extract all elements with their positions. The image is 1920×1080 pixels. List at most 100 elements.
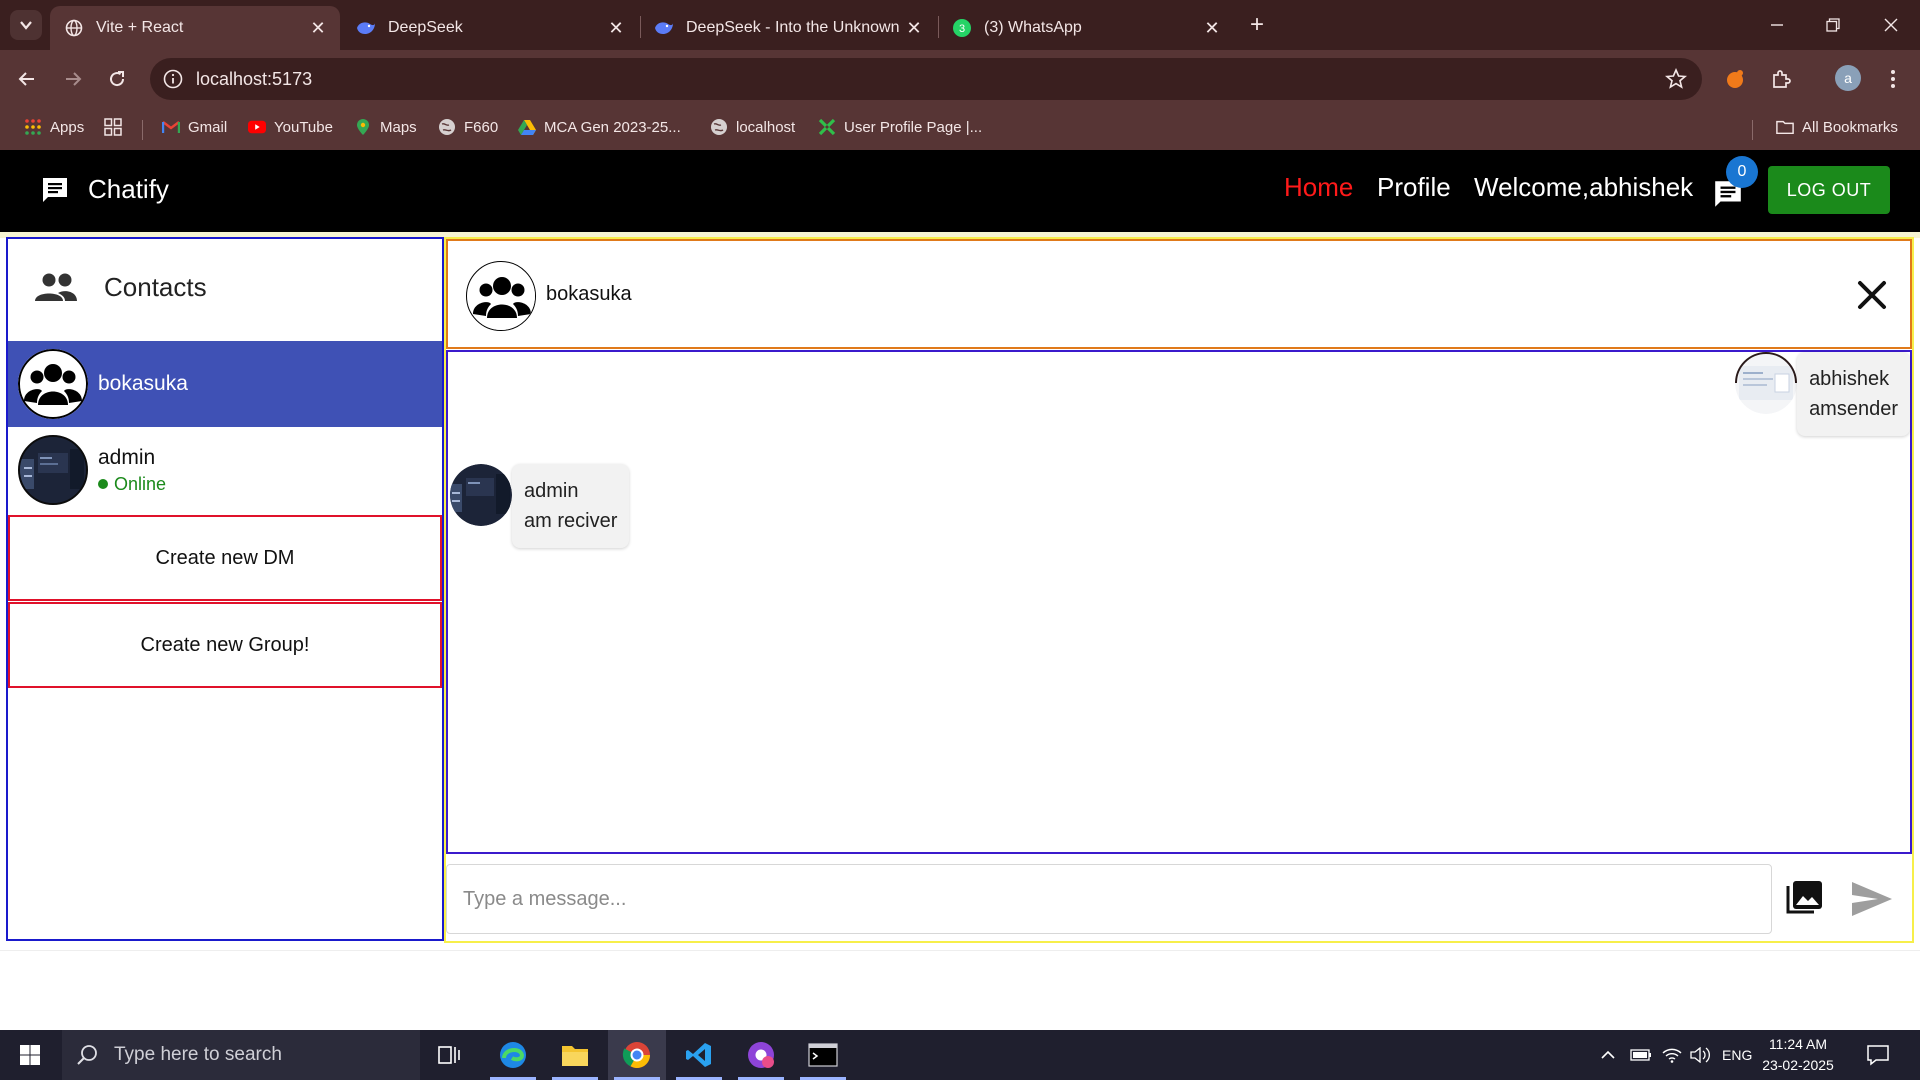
create-group-button[interactable]: Create new Group!: [8, 602, 442, 688]
bookmark-f660[interactable]: F660: [438, 118, 498, 136]
send-icon[interactable]: [1850, 880, 1894, 918]
sender-avatar: [1735, 352, 1798, 414]
bookmark-separator: [1752, 120, 1753, 140]
chat-header: bokasuka: [446, 239, 1912, 349]
tab-search-button[interactable]: [10, 10, 42, 40]
windows-start-icon[interactable]: [10, 1040, 50, 1070]
taskbar-vscode[interactable]: [670, 1030, 728, 1080]
contact-name: admin: [98, 445, 156, 469]
search-icon: [77, 1045, 97, 1065]
all-bookmarks-button[interactable]: All Bookmarks: [1776, 118, 1898, 136]
bookmark-label: User Profile Page |...: [844, 118, 983, 136]
nav-profile-link[interactable]: Profile: [1377, 172, 1451, 203]
forward-button[interactable]: [56, 62, 90, 96]
google-drive-icon: [518, 118, 536, 136]
tray-chevron[interactable]: [1600, 1030, 1616, 1080]
contact-item-bokasuka[interactable]: bokasuka: [8, 341, 442, 427]
admin-avatar: [450, 464, 512, 526]
message-text: am reciver: [524, 510, 618, 532]
taskbar-terminal[interactable]: [794, 1030, 852, 1080]
address-bar[interactable]: localhost:5173: [150, 58, 1702, 100]
message-input[interactable]: [446, 864, 1772, 934]
back-button[interactable]: [10, 62, 44, 96]
tab-groups-icon: [104, 118, 122, 136]
globe-icon: [710, 118, 728, 136]
reload-icon: [110, 71, 125, 87]
task-view-button[interactable]: [420, 1030, 478, 1080]
bookmark-gmail[interactable]: Gmail: [162, 118, 227, 136]
search-placeholder: Type here to search: [114, 1044, 282, 1065]
svg-text:3: 3: [959, 23, 965, 35]
clock[interactable]: 11:24 AM 23-02-2025: [1756, 1034, 1840, 1076]
arrow-right-icon: [66, 72, 82, 86]
chrome-icon: [622, 1042, 651, 1069]
restore-button[interactable]: [1816, 8, 1850, 42]
group-avatar-icon: [18, 349, 88, 419]
tab-vite-react[interactable]: Vite + React ✕: [50, 6, 340, 50]
tray-volume[interactable]: [1690, 1030, 1712, 1080]
bookmark-label: MCA Gen 2023-25...: [544, 118, 681, 136]
close-icon[interactable]: ✕: [604, 16, 628, 40]
bookmark-star-icon[interactable]: [1664, 67, 1688, 91]
extension-button[interactable]: [1718, 62, 1752, 96]
message-sender: admin: [524, 480, 579, 502]
close-icon[interactable]: ✕: [1200, 16, 1224, 40]
contact-name: bokasuka: [98, 372, 188, 395]
nav-home-link[interactable]: Home: [1284, 172, 1353, 203]
bookmark-label: localhost: [736, 118, 796, 136]
tab-deepseek[interactable]: DeepSeek ✕: [342, 6, 638, 50]
bookmark-tab-groups[interactable]: [104, 118, 130, 136]
reload-button[interactable]: [100, 62, 134, 96]
bookmark-maps[interactable]: Maps: [354, 118, 417, 136]
bookmark-mca-gen[interactable]: MCA Gen 2023-25...: [518, 118, 681, 136]
profile-avatar[interactable]: a: [1835, 65, 1861, 91]
edge-icon: [500, 1042, 526, 1068]
bookmark-apps[interactable]: Apps: [24, 118, 84, 136]
taskbar-chrome[interactable]: [608, 1030, 666, 1080]
bookmark-user-profile[interactable]: User Profile Page |...: [818, 118, 982, 136]
online-status: Online: [98, 474, 166, 495]
close-icon[interactable]: ✕: [902, 16, 926, 40]
message-sender: abhishek: [1809, 368, 1890, 390]
tray-language[interactable]: ENG: [1722, 1030, 1752, 1080]
new-tab-button[interactable]: +: [1244, 12, 1270, 38]
taskbar-search[interactable]: Type here to search: [62, 1030, 420, 1080]
site-info-icon[interactable]: [162, 68, 184, 90]
taskbar-edge[interactable]: [484, 1030, 542, 1080]
minimize-button[interactable]: [1760, 8, 1794, 42]
tab-deepseek-unknown[interactable]: DeepSeek - Into the Unknown ✕: [640, 6, 936, 50]
url-text[interactable]: localhost:5173: [196, 69, 312, 90]
tab-title: DeepSeek - Into the Unknown: [686, 19, 900, 36]
image-upload-icon[interactable]: [1784, 878, 1824, 918]
tab-whatsapp[interactable]: 3 (3) WhatsApp ✕: [938, 6, 1234, 50]
notification-center-button[interactable]: [1866, 1030, 1890, 1080]
bookmark-youtube[interactable]: YouTube: [248, 118, 333, 136]
notification-count-badge: 0: [1726, 156, 1758, 188]
window-close-button[interactable]: [1874, 8, 1908, 42]
taskbar-chrome-profile[interactable]: [732, 1030, 790, 1080]
browser-toolbar: localhost:5173 a: [0, 50, 1920, 108]
deepseek-whale-icon: [654, 18, 674, 38]
contact-item-admin[interactable]: admin Online: [8, 427, 442, 513]
chevron-down-icon: [20, 21, 32, 30]
create-dm-button[interactable]: Create new DM: [8, 515, 442, 601]
logout-button[interactable]: LOG OUT: [1768, 166, 1890, 214]
message-item-received: admin am reciver: [450, 464, 630, 548]
globe-icon: [438, 118, 456, 136]
close-icon[interactable]: ✕: [306, 16, 330, 40]
tray-wifi[interactable]: [1662, 1030, 1682, 1080]
terminal-icon: [808, 1043, 838, 1067]
taskbar-file-explorer[interactable]: [546, 1030, 604, 1080]
browser-menu-button[interactable]: [1876, 62, 1910, 96]
message-text: amsender: [1809, 398, 1898, 420]
globe-icon: [64, 18, 84, 38]
extensions-menu-button[interactable]: [1764, 62, 1798, 96]
chevron-up-icon: [1601, 1050, 1615, 1059]
message-bubble: admin am reciver: [512, 464, 630, 548]
close-icon[interactable]: [1852, 275, 1892, 315]
tray-battery[interactable]: [1630, 1030, 1652, 1080]
contacts-sidebar: Contacts bokasuka admin Online Create ne…: [6, 237, 444, 941]
puzzle-icon: [1773, 70, 1791, 88]
brand[interactable]: Chatify: [40, 174, 169, 205]
bookmark-localhost[interactable]: localhost: [710, 118, 795, 136]
